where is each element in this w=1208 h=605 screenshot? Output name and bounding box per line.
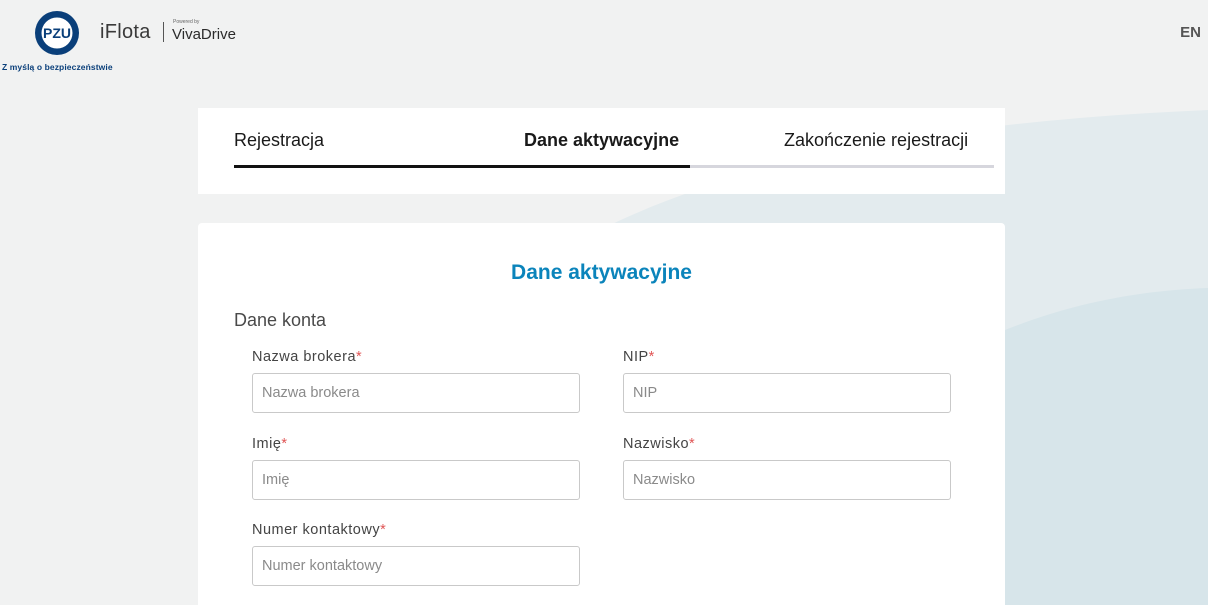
- nip-field: NIP*: [623, 349, 951, 413]
- step-progress-track: [234, 165, 994, 168]
- form-title: Dane aktywacyjne: [511, 261, 692, 284]
- activation-form-card: Dane aktywacyjne Dane konta Nazwa broker…: [198, 223, 1005, 605]
- contact-number-input[interactable]: [252, 546, 580, 586]
- step-progress-bar: [234, 165, 690, 168]
- partner-name: VivaDrive: [172, 26, 236, 43]
- nip-input[interactable]: [623, 373, 951, 413]
- first-name-input[interactable]: [252, 460, 580, 500]
- broker-name-field: Nazwa brokera*: [252, 349, 580, 413]
- first-name-label: Imię*: [252, 436, 288, 452]
- required-marker: *: [648, 349, 655, 365]
- section-title-account: Dane konta: [234, 310, 327, 330]
- last-name-input[interactable]: [623, 460, 951, 500]
- last-name-label: Nazwisko*: [623, 436, 696, 452]
- required-marker: *: [356, 349, 363, 365]
- nip-label: NIP*: [623, 349, 655, 365]
- language-switch-button[interactable]: EN: [1180, 24, 1201, 41]
- required-marker: *: [380, 522, 387, 538]
- brand-tagline: Z myślą o bezpieczeństwie: [2, 62, 113, 72]
- contact-number-field: Numer kontaktowy*: [252, 522, 580, 586]
- svg-text:PZU: PZU: [43, 25, 71, 41]
- pzu-logo-icon: PZU: [35, 11, 79, 55]
- step-registration: Rejestracja: [234, 130, 325, 150]
- partner-logo: Powered by VivaDrive: [171, 19, 241, 45]
- app-title: iFlota: [100, 21, 151, 43]
- partner-small-text: Powered by: [173, 19, 200, 25]
- step-completion: Zakończenie rejestracji: [784, 130, 969, 150]
- step-activation-data: Dane aktywacyjne: [524, 130, 680, 150]
- required-marker: *: [281, 436, 288, 452]
- registration-stepper: Rejestracja Dane aktywacyjne Zakończenie…: [198, 108, 1005, 194]
- first-name-field: Imię*: [252, 436, 580, 500]
- broker-name-input[interactable]: [252, 373, 580, 413]
- title-divider: [163, 22, 164, 42]
- broker-name-label: Nazwa brokera*: [252, 349, 363, 365]
- required-marker: *: [689, 436, 696, 452]
- contact-number-label: Numer kontaktowy*: [252, 522, 387, 538]
- last-name-field: Nazwisko*: [623, 436, 951, 500]
